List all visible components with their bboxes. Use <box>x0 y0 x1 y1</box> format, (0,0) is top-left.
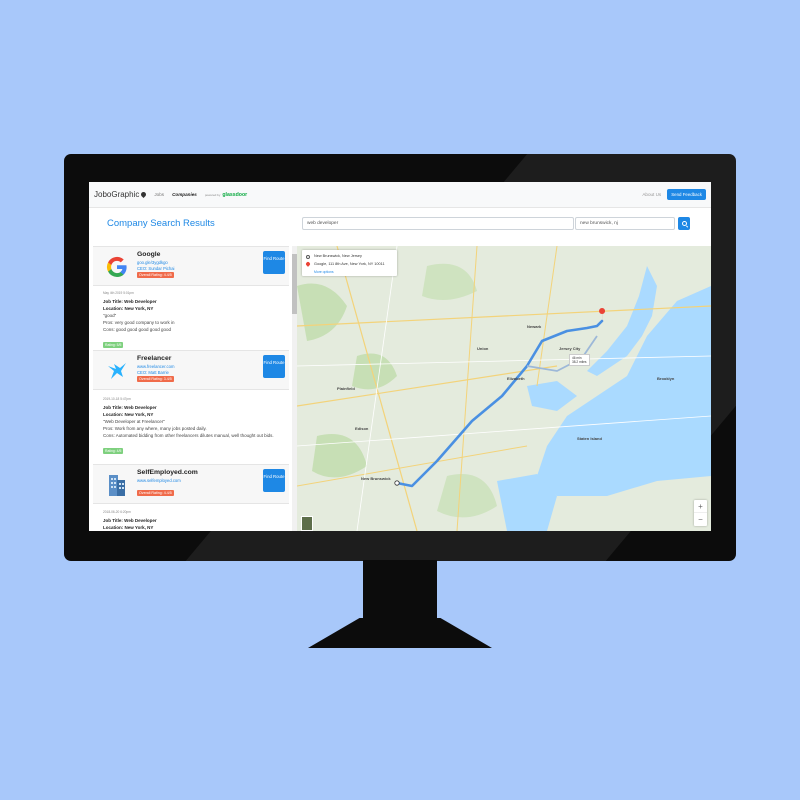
review-headline: "Web Developer at Freelancer" <box>103 419 165 424</box>
origin-text: New Brunswick, New Jersey <box>314 254 362 258</box>
company-url[interactable]: www.selfemployed.com <box>137 478 181 483</box>
destination-text: Google, 111 8th Ave, New York, NY 10011 <box>314 262 385 266</box>
company-url[interactable]: goo.gle/3ygdkgo <box>137 260 168 265</box>
map-label-staten-island: Staten Island <box>577 436 602 441</box>
review-date: May 4th 2019 5:01pm <box>103 291 134 295</box>
review-location: Location: New York, NY <box>103 306 154 311</box>
directions-box[interactable]: New Brunswick, New Jersey Google, 111 8t… <box>302 250 397 276</box>
company-name: SelfEmployed.com <box>137 469 198 476</box>
zoom-in-button[interactable]: + <box>694 500 707 513</box>
map-label-union: Union <box>477 346 489 351</box>
google-logo-icon <box>103 253 131 281</box>
company-ceo: CEO: Matt Barrie <box>137 370 169 375</box>
company-name: Google <box>137 251 161 258</box>
app-screen: JoboGraphic Jobs Companies powered by gl… <box>89 182 711 531</box>
rating-badge: Overall Rating: 4.4/5 <box>137 272 174 278</box>
map-label-jersey-city: Jersey City <box>559 346 581 351</box>
route-distance: 38.2 miles <box>572 360 587 364</box>
find-route-button[interactable]: Find Route <box>263 355 285 378</box>
job-search-input[interactable]: web developer <box>302 217 574 230</box>
zoom-out-button[interactable]: − <box>694 513 707 526</box>
rating-badge: Overall Rating: 4.4/5 <box>137 490 174 496</box>
map-label-plainfield: Plainfield <box>337 386 355 391</box>
brand-name: JoboGraphic <box>94 190 140 199</box>
glassdoor-logo: glassdoor <box>222 191 248 198</box>
review-cons: Cons: Automated bidding from other freel… <box>103 433 274 438</box>
find-route-button[interactable]: Find Route <box>263 469 285 492</box>
satellite-toggle[interactable] <box>301 516 313 531</box>
review-rating: Rating: 4/5 <box>103 448 124 454</box>
review-location: Location: New York, NY <box>103 412 154 417</box>
brand[interactable]: JoboGraphic <box>94 190 146 199</box>
map-pin-icon <box>141 192 146 198</box>
company-ceo: CEO: Sundar Pichai <box>137 266 175 271</box>
review-job-title: Job Title: Web Developer <box>103 299 157 304</box>
map-label-newark: Newark <box>527 324 542 329</box>
destination-pin-icon <box>305 261 311 267</box>
navbar: JoboGraphic Jobs Companies powered by gl… <box>89 182 711 208</box>
review-job-title: Job Title: Web Developer <box>103 518 157 523</box>
company-card: SelfEmployed.com www.selfemployed.com Ov… <box>93 464 289 504</box>
nav-right: About Us Send Feedback <box>642 189 706 200</box>
monitor-stand <box>308 618 492 648</box>
review-headline: "good" <box>103 313 117 318</box>
map-view[interactable]: New Brunswick, New Jersey Google, 111 8t… <box>297 246 711 531</box>
review-pros: Pros: Work from any where, many jobs pos… <box>103 426 207 431</box>
route-time-box[interactable]: 46 min 38.2 miles <box>569 354 590 366</box>
review-pros: Pros: very good company to work in <box>103 320 175 325</box>
nav-link-jobs[interactable]: Jobs <box>154 192 164 197</box>
review-rating: Rating: 5/5 <box>103 342 124 348</box>
review-item: 2019-10-18 5:47pm Job Title: Web Develop… <box>103 397 289 457</box>
search-button[interactable] <box>678 217 690 230</box>
powered-by-label: powered by <box>204 192 221 197</box>
nav-link-companies[interactable]: Companies <box>172 192 197 197</box>
send-feedback-button[interactable]: Send Feedback <box>667 189 706 200</box>
company-url[interactable]: www.freelancer.com <box>137 364 174 369</box>
review-date: 2019-10-18 5:47pm <box>103 397 131 401</box>
rating-badge: Overall Rating: 3.4/5 <box>137 376 174 382</box>
review-item: May 4th 2019 5:01pm Job Title: Web Devel… <box>103 291 289 351</box>
powered-by-glassdoor: powered by glassdoor <box>205 192 247 198</box>
find-route-button[interactable]: Find Route <box>263 251 285 274</box>
search-icon <box>681 221 687 226</box>
review-job-title: Job Title: Web Developer <box>103 405 157 410</box>
zoom-control: + − <box>694 500 707 526</box>
review-date: 2018-06-20 6:20pm <box>103 510 131 514</box>
map-label-edison: Edison <box>355 426 369 431</box>
company-card: Google goo.gle/3ygdkgo CEO: Sundar Picha… <box>93 246 289 286</box>
about-link[interactable]: About Us <box>642 192 661 197</box>
review-item: 2018-06-20 6:20pm Job Title: Web Develop… <box>103 510 289 531</box>
origin-icon <box>306 255 310 259</box>
building-icon <box>103 471 131 499</box>
location-input[interactable]: new brunswick, nj <box>575 217 675 230</box>
freelancer-bird-icon <box>103 357 131 385</box>
review-cons: Cons: good good good good good <box>103 327 172 332</box>
map-canvas <box>297 246 711 531</box>
page-title: Company Search Results <box>107 218 215 229</box>
company-name: Freelancer <box>137 355 172 362</box>
review-location: Location: New York, NY <box>103 525 154 530</box>
map-label-brooklyn: Brooklyn <box>657 376 675 381</box>
more-options-link[interactable]: More options <box>314 270 334 274</box>
company-card: Freelancer www.freelancer.com CEO: Matt … <box>93 350 289 390</box>
map-label-elizabeth: Elizabeth <box>507 376 525 381</box>
map-label-new-brunswick: New Brunswick <box>361 476 391 481</box>
results-list[interactable]: Google goo.gle/3ygdkgo CEO: Sundar Picha… <box>89 246 294 531</box>
